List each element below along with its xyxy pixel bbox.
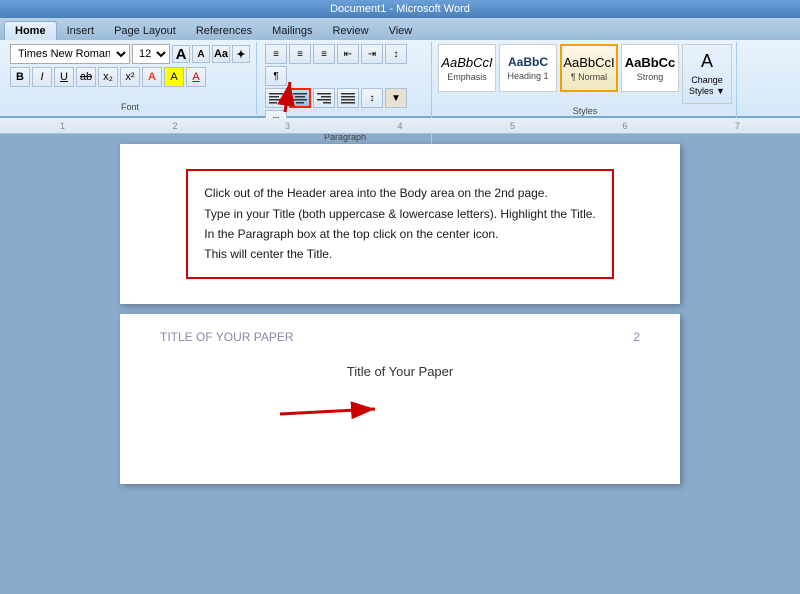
shading-button[interactable]: ▼ xyxy=(385,88,407,108)
align-left-button[interactable] xyxy=(265,88,287,108)
format-buttons-row: B I U ab x₂ x² A A A xyxy=(10,67,250,87)
increase-indent-button[interactable]: ⇥ xyxy=(361,44,383,64)
sort-button[interactable]: ↕ xyxy=(385,44,407,64)
change-styles-label: ChangeStyles ▼ xyxy=(689,75,725,97)
ribbon: Times New Roman 12 A A Aa ✦ B I U ab x₂ … xyxy=(0,40,800,118)
size-selector[interactable]: 12 xyxy=(132,44,170,64)
subscript-button[interactable]: x₂ xyxy=(98,67,118,87)
tab-insert[interactable]: Insert xyxy=(57,22,105,40)
ruler-marks: 1 2 3 4 5 6 7 xyxy=(60,121,740,131)
para-row1: ≡ ≡ ≡ ⇤ ⇥ ↕ ¶ xyxy=(265,44,425,86)
show-formatting-button[interactable]: ¶ xyxy=(265,66,287,86)
justify-button[interactable] xyxy=(337,88,359,108)
tab-review[interactable]: Review xyxy=(322,22,378,40)
normal-label: ¶ Normal xyxy=(571,72,607,82)
emphasis-style-button[interactable]: AaBbCcI Emphasis xyxy=(438,44,496,92)
page2: TITLE OF YOUR PAPER 2 Title of Your Pape… xyxy=(120,314,680,484)
align-center-button[interactable] xyxy=(289,88,311,108)
title-bar: Document1 - Microsoft Word xyxy=(0,0,800,18)
instruction-box: Click out of the Header area into the Bo… xyxy=(186,169,614,279)
bold-button[interactable]: B xyxy=(10,67,30,87)
bullets-button[interactable]: ≡ xyxy=(265,44,287,64)
styles-group-label: Styles xyxy=(438,104,732,116)
strong-label: Strong xyxy=(637,72,664,82)
page2-header-right: 2 xyxy=(633,330,640,344)
emphasis-label: Emphasis xyxy=(447,72,487,82)
instruction-line-3: In the Paragraph box at the top click on… xyxy=(204,224,596,244)
heading1-style-button[interactable]: AaBbC Heading 1 xyxy=(499,44,557,92)
superscript-button[interactable]: x² xyxy=(120,67,140,87)
page2-header: TITLE OF YOUR PAPER 2 xyxy=(160,330,640,344)
title-bar-text: Document1 - Microsoft Word xyxy=(330,3,470,15)
change-styles-button[interactable]: A ChangeStyles ▼ xyxy=(682,44,732,104)
line-spacing-button[interactable]: ↕ xyxy=(361,88,383,108)
instruction-line-2: Type in your Title (both uppercase & low… xyxy=(204,204,596,224)
change-case-button[interactable]: Aa xyxy=(212,45,230,63)
font-group-label: Font xyxy=(121,100,139,112)
instruction-line-4: This will center the Title. xyxy=(204,244,596,264)
instruction-line-1: Click out of the Header area into the Bo… xyxy=(204,183,596,203)
normal-preview: AaBbCcI xyxy=(563,55,614,70)
font-row1: Times New Roman 12 A A Aa ✦ xyxy=(10,44,250,64)
heading1-preview: AaBbC xyxy=(508,55,548,69)
styles-row: AaBbCcI Emphasis AaBbC Heading 1 AaBbCcI… xyxy=(438,44,732,104)
font-shrink-button[interactable]: A xyxy=(192,45,210,63)
normal-style-button[interactable]: AaBbCcI ¶ Normal xyxy=(560,44,618,92)
styles-group: AaBbCcI Emphasis AaBbC Heading 1 AaBbCcI… xyxy=(434,42,737,118)
numbering-button[interactable]: ≡ xyxy=(289,44,311,64)
emphasis-preview: AaBbCcI xyxy=(441,55,492,70)
change-styles-icon: A xyxy=(701,51,713,72)
tab-page-layout[interactable]: Page Layout xyxy=(104,22,186,40)
tab-view[interactable]: View xyxy=(379,22,423,40)
page2-title: Title of Your Paper xyxy=(160,364,640,379)
strong-preview: AaBbCc xyxy=(625,55,676,70)
font-selector[interactable]: Times New Roman xyxy=(10,44,130,64)
text-effects-button[interactable]: A xyxy=(142,67,162,87)
ruler: 1 2 3 4 5 6 7 xyxy=(0,118,800,134)
highlight-button[interactable]: A xyxy=(164,67,184,87)
align-right-button[interactable] xyxy=(313,88,335,108)
heading1-label: Heading 1 xyxy=(507,71,548,81)
page2-title-text: Title of Your Paper xyxy=(347,364,453,379)
font-group: Times New Roman 12 A A Aa ✦ B I U ab x₂ … xyxy=(4,42,257,114)
decrease-indent-button[interactable]: ⇤ xyxy=(337,44,359,64)
multilevel-button[interactable]: ≡ xyxy=(313,44,335,64)
clear-formatting-button[interactable]: ✦ xyxy=(232,45,250,63)
underline-button[interactable]: U xyxy=(54,67,74,87)
page2-header-left: TITLE OF YOUR PAPER xyxy=(160,330,294,344)
tab-references[interactable]: References xyxy=(186,22,262,40)
strong-style-button[interactable]: AaBbCc Strong xyxy=(621,44,679,92)
tab-home[interactable]: Home xyxy=(4,21,57,40)
font-grow-button[interactable]: A xyxy=(172,45,190,63)
tab-mailings[interactable]: Mailings xyxy=(262,22,322,40)
italic-button[interactable]: I xyxy=(32,67,52,87)
page1: Click out of the Header area into the Bo… xyxy=(120,144,680,304)
font-color-button[interactable]: A xyxy=(186,67,206,87)
document-area: Click out of the Header area into the Bo… xyxy=(0,134,800,594)
tab-bar: Home Insert Page Layout References Maili… xyxy=(0,18,800,40)
strikethrough-button[interactable]: ab xyxy=(76,67,96,87)
